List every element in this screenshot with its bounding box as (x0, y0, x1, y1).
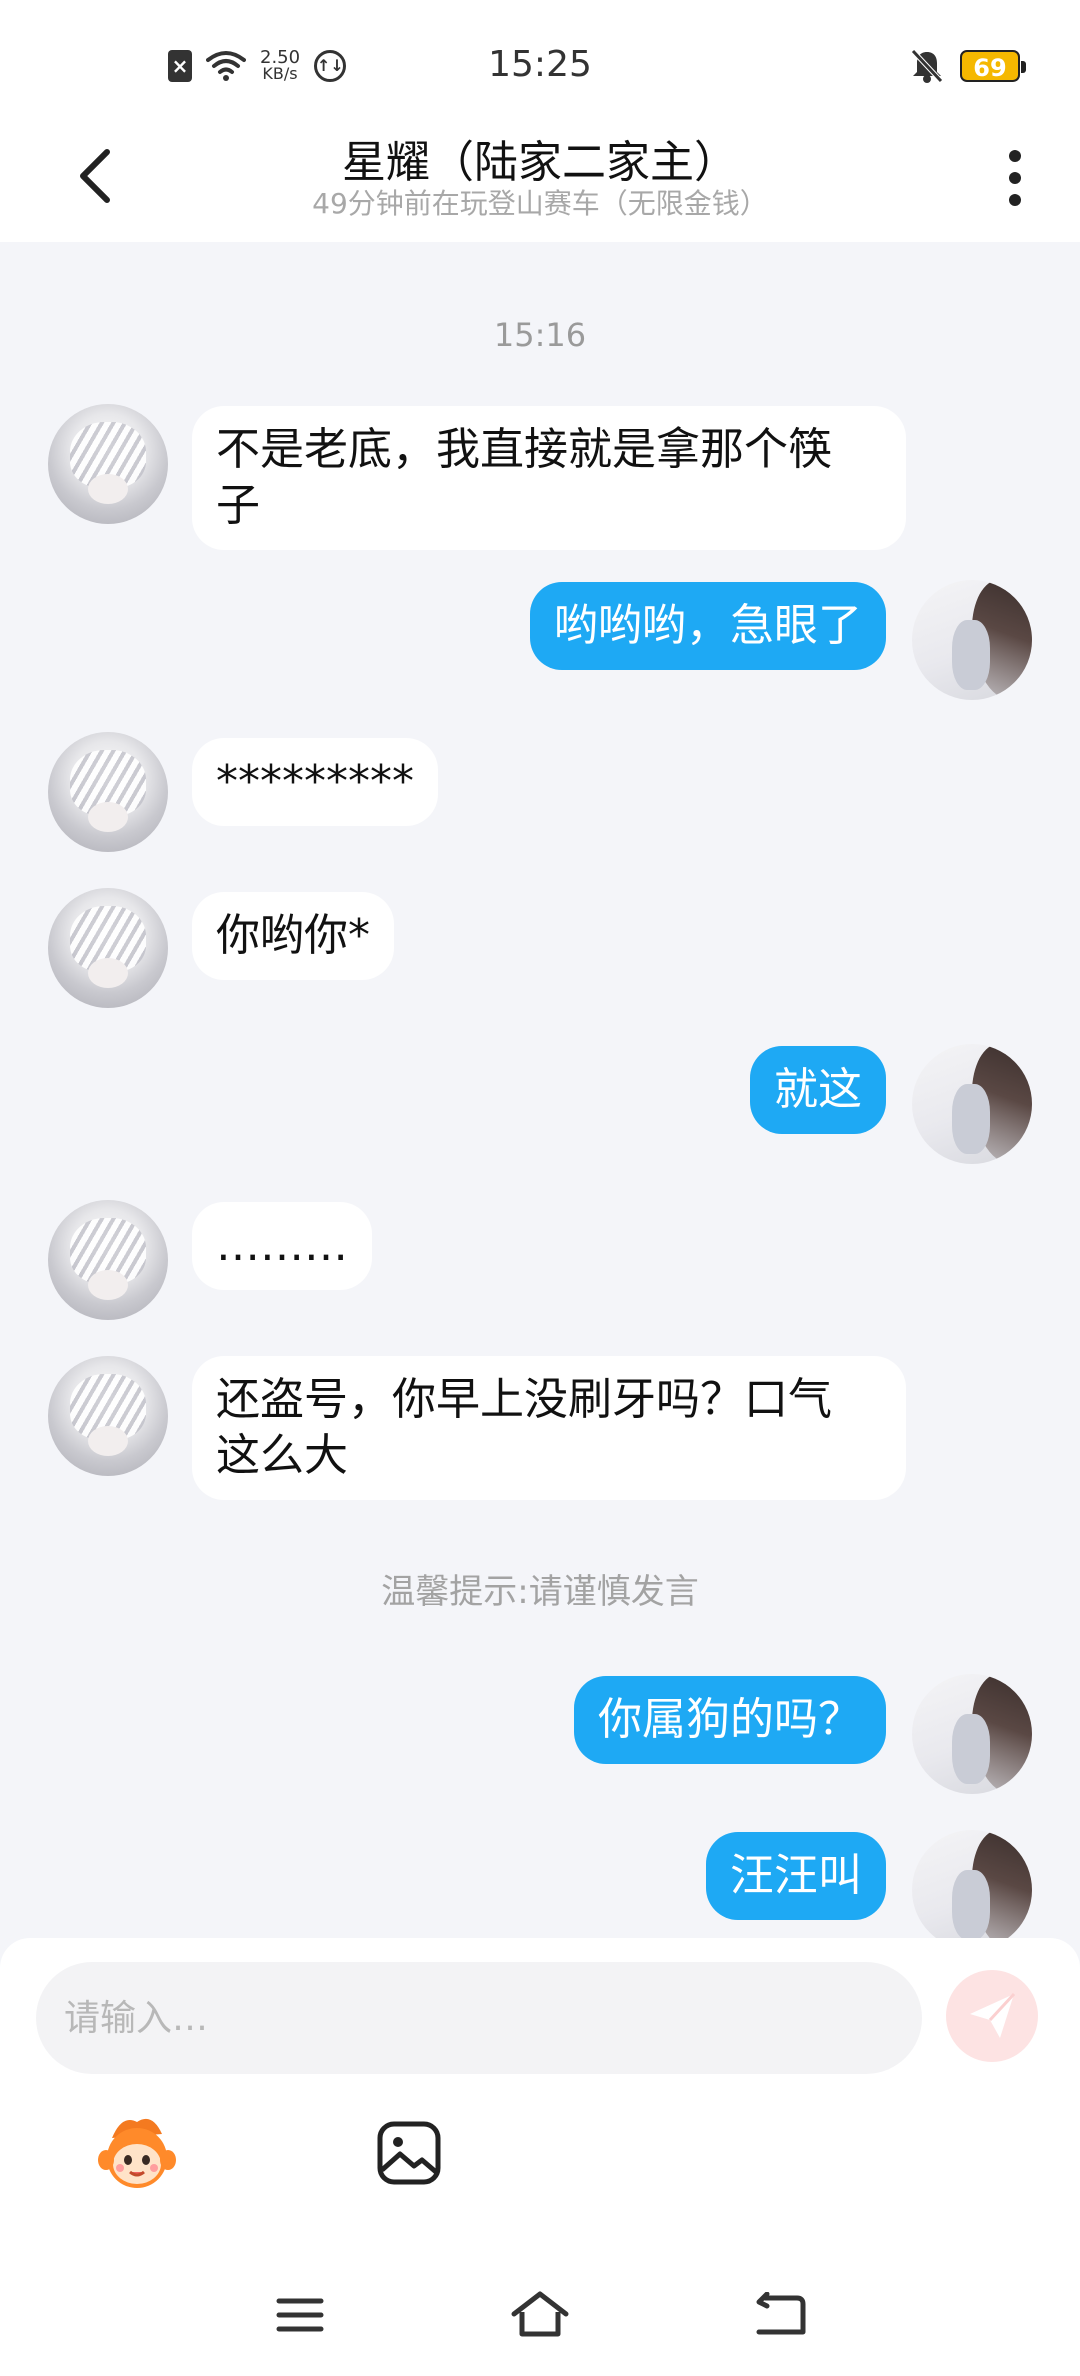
composer-toolbar (0, 2108, 1080, 2208)
emoji-button[interactable] (92, 2108, 182, 2198)
my-avatar[interactable] (912, 580, 1032, 700)
more-vertical-icon (1009, 150, 1021, 162)
message-text: 还盗号，你早上没刷牙吗？口气 (216, 1374, 832, 1425)
contact-avatar[interactable] (48, 404, 168, 524)
composer (0, 1938, 1080, 2376)
message-bubble-incoming[interactable]: 还盗号，你早上没刷牙吗？口气 这么大 (192, 1356, 906, 1500)
home-icon (511, 2291, 569, 2337)
more-dot (1009, 172, 1021, 184)
message-text: 你属狗的吗？ (598, 1694, 862, 1745)
message-text: 哟哟哟，急眼了 (554, 600, 862, 651)
message-bubble-outgoing[interactable]: 哟哟哟，急眼了 (530, 582, 886, 670)
home-button[interactable] (500, 2280, 580, 2350)
message-bubble-incoming[interactable]: 不是老底，我直接就是拿那个筷 子 (192, 406, 906, 550)
chat-header: 星耀（陆家二家主） 49分钟前在玩登山赛车（无限金钱） (0, 110, 1080, 242)
image-button[interactable] (364, 2108, 454, 2198)
message-bubble-incoming[interactable]: 你哟你* (192, 892, 394, 980)
battery-icon: 69 (960, 50, 1026, 82)
message-list[interactable]: 15:16 不是老底，我直接就是拿那个筷 子 哟哟哟，急眼了 *********… (0, 242, 1080, 1938)
message-bubble-incoming[interactable]: ********* (192, 738, 438, 826)
menu-icon (276, 2298, 324, 2332)
image-icon (377, 2121, 441, 2185)
contact-avatar[interactable] (48, 888, 168, 1008)
system-nav-bar (0, 2260, 1080, 2376)
contact-avatar[interactable] (48, 1200, 168, 1320)
send-icon (970, 1992, 1016, 2038)
message-bubble-outgoing[interactable]: 就这 (750, 1046, 886, 1134)
message-text: 汪汪叫 (730, 1850, 862, 1901)
message-text: 你哟你* (216, 910, 370, 961)
my-avatar[interactable] (912, 1674, 1032, 1794)
back-nav-button[interactable] (740, 2280, 820, 2350)
message-text: 就这 (774, 1064, 862, 1115)
contact-name[interactable]: 星耀（陆家二家主） (0, 126, 1080, 190)
contact-avatar[interactable] (48, 732, 168, 852)
message-timestamp: 15:16 (493, 316, 587, 354)
back-icon (756, 2292, 806, 2335)
send-button[interactable] (946, 1970, 1038, 2062)
chat-screen: × 2.50 KB/s ↑↓ 15:25 69 星耀（陆家二家主） 49分钟前在… (0, 0, 1080, 2376)
recent-apps-button[interactable] (260, 2280, 340, 2350)
status-bar: × 2.50 KB/s ↑↓ 15:25 69 (0, 0, 1080, 110)
emoji-mascot-icon (98, 2118, 176, 2188)
message-text: ……… (216, 1220, 348, 1271)
my-avatar[interactable] (912, 1044, 1032, 1164)
message-text: 不是老底，我直接就是拿那个筷 (216, 424, 832, 475)
message-bubble-outgoing[interactable]: 你属狗的吗？ (574, 1676, 886, 1764)
message-text: 子 (216, 480, 260, 531)
message-bubble-outgoing[interactable]: 汪汪叫 (706, 1832, 886, 1920)
message-text: ********* (216, 756, 414, 807)
more-options-button[interactable] (990, 140, 1040, 216)
my-avatar[interactable] (912, 1830, 1032, 1938)
contact-avatar[interactable] (48, 1356, 168, 1476)
safety-tip: 温馨提示:请谨慎发言 (381, 1572, 699, 1612)
message-text: 这么大 (216, 1430, 348, 1481)
message-bubble-incoming[interactable]: ……… (192, 1202, 372, 1290)
status-right: 69 (910, 48, 1026, 84)
message-input[interactable] (36, 1962, 922, 2074)
bell-muted-icon (910, 48, 944, 84)
more-dot (1009, 194, 1021, 206)
contact-status: 49分钟前在玩登山赛车（无限金钱） (312, 187, 768, 220)
